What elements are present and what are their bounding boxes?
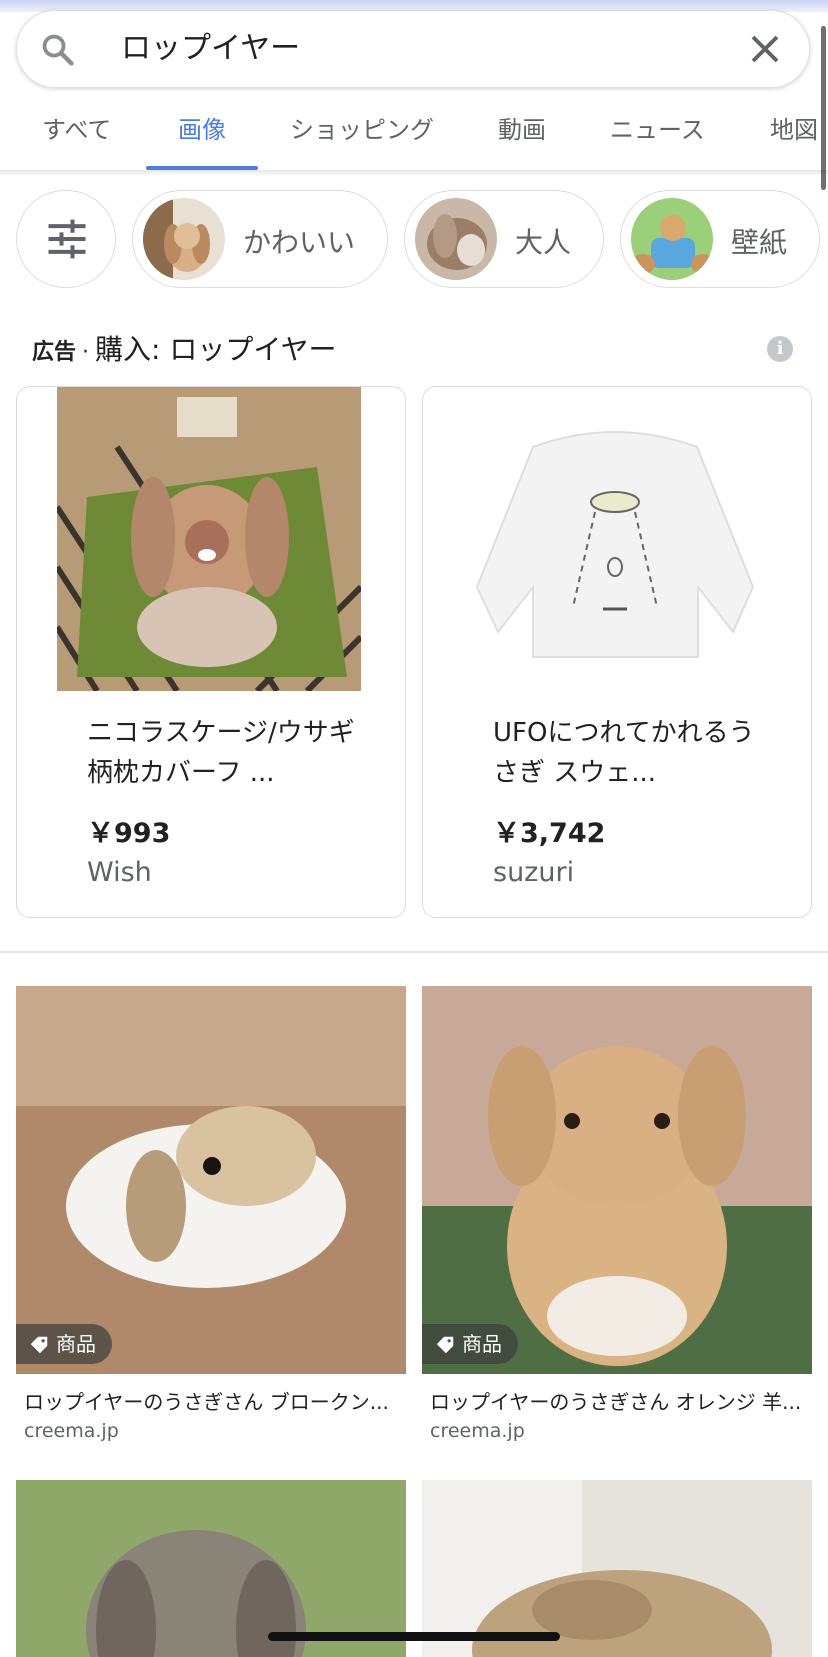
product-card[interactable]: UFOにつれてかれるうさぎ スウェ... ￥3,742 suzuri — [422, 386, 812, 918]
result-title[interactable]: ロップイヤーのうさぎさん オレンジ 羊... — [430, 1386, 800, 1415]
product-price: ￥3,742 — [493, 818, 606, 849]
chip-label: かわいい — [243, 226, 356, 259]
chip-label: 壁紙 — [731, 226, 788, 259]
product-image — [463, 387, 767, 691]
badge-label: 商品 — [56, 1332, 96, 1356]
info-icon[interactable]: i — [767, 336, 793, 362]
result-title[interactable]: ロップイヤーのうさぎさん ブロークン... — [24, 1386, 394, 1415]
result-image — [16, 986, 406, 1374]
image-result[interactable] — [422, 1480, 812, 1657]
ad-title: 購入: ロップイヤー — [95, 333, 337, 366]
product-title: ニコラスケージ/ウサギ柄枕カバーフ ... — [87, 718, 355, 788]
result-site: creema.jp — [430, 1420, 525, 1442]
tag-icon — [436, 1336, 454, 1354]
search-input[interactable]: ロップイヤー — [121, 29, 300, 69]
tab-news[interactable]: ニュース — [610, 110, 705, 145]
tag-icon — [30, 1336, 48, 1354]
result-image — [422, 1480, 812, 1657]
chip-wallpaper[interactable]: 壁紙 — [620, 190, 820, 288]
badge-label: 商品 — [462, 1332, 502, 1356]
tabs-shadow — [0, 170, 828, 176]
product-image — [57, 387, 361, 691]
section-divider — [0, 951, 828, 953]
product-price: ￥993 — [87, 818, 171, 849]
product-title: UFOにつれてかれるうさぎ スウェ... — [493, 718, 755, 788]
search-tabs: すべて 画像 ショッピング 動画 ニュース 地図 — [0, 104, 828, 170]
product-badge: 商品 — [16, 1324, 112, 1364]
home-indicator[interactable] — [268, 1632, 560, 1641]
filter-button[interactable] — [16, 190, 116, 288]
result-site: creema.jp — [24, 1420, 119, 1442]
ad-header: 広告 · 購入: ロップイヤー — [32, 328, 337, 368]
tab-shopping[interactable]: ショッピング — [290, 110, 434, 145]
result-image — [16, 1480, 406, 1657]
close-icon[interactable] — [747, 31, 783, 67]
tab-all[interactable]: すべて — [42, 110, 111, 145]
chip-label: 大人 — [515, 226, 572, 259]
ad-label: 広告 — [32, 340, 77, 365]
ad-separator: · — [82, 340, 90, 365]
product-card[interactable]: ニコラスケージ/ウサギ柄枕カバーフ ... ￥993 Wish — [16, 386, 406, 918]
tab-images[interactable]: 画像 — [178, 110, 226, 145]
chip-adult[interactable]: 大人 — [404, 190, 604, 288]
image-result[interactable] — [16, 1480, 406, 1657]
chip-thumbnail — [143, 198, 225, 280]
chip-thumbnail — [415, 198, 497, 280]
result-image — [422, 986, 812, 1374]
chip-kawaii[interactable]: かわいい — [132, 190, 388, 288]
search-icon[interactable] — [39, 31, 77, 69]
product-store: suzuri — [493, 857, 575, 888]
tab-videos[interactable]: 動画 — [498, 110, 546, 145]
tune-icon — [48, 219, 86, 259]
search-bar[interactable]: ロップイヤー — [16, 10, 810, 88]
product-badge: 商品 — [422, 1324, 518, 1364]
product-store: Wish — [87, 857, 152, 888]
tab-maps[interactable]: 地図 — [770, 110, 818, 145]
chip-thumbnail — [631, 198, 713, 280]
